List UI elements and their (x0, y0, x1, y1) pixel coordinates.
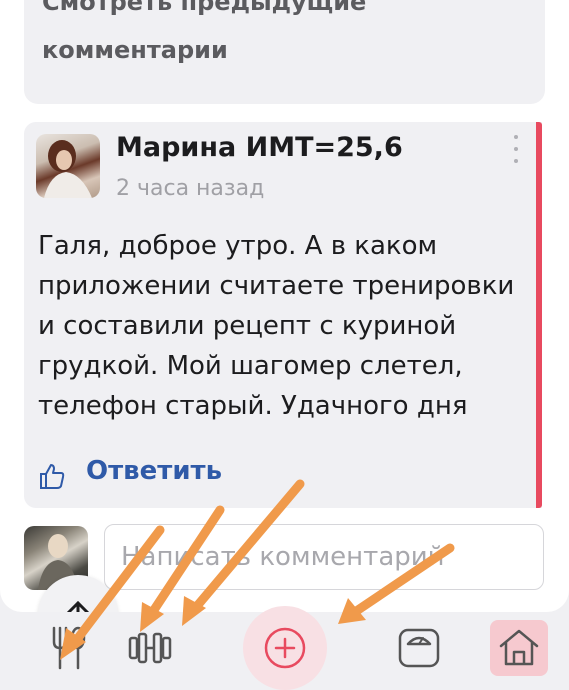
home-icon (499, 629, 539, 666)
comment-author-name[interactable]: Марина ИМТ=25,6 (116, 132, 403, 163)
avatar-photo (44, 140, 92, 198)
comment-timestamp: 2 часа назад (116, 176, 265, 201)
fork-spoon-icon (52, 626, 86, 670)
like-icon[interactable] (38, 462, 66, 490)
dumbbell-icon (128, 632, 172, 664)
nav-add-button[interactable] (261, 624, 309, 672)
previous-comments-label-line2: комментарии (42, 36, 228, 64)
more-options-icon[interactable] (506, 132, 526, 166)
comment-author-avatar[interactable] (36, 134, 100, 198)
scale-icon (398, 628, 440, 668)
comment-input[interactable] (104, 524, 544, 590)
nav-workout-button[interactable] (126, 628, 174, 668)
comment-text: Галя, доброе утро. А в каком приложении … (38, 231, 515, 421)
reply-label: Ответить (86, 456, 223, 486)
previous-comments-label-line1: Смотреть предыдущие (42, 0, 367, 16)
comment-accent-bar (536, 122, 542, 508)
add-circle-icon (264, 627, 306, 669)
nav-food-button[interactable] (44, 622, 94, 674)
nav-home-button[interactable] (496, 626, 542, 670)
nav-weight-button[interactable] (396, 626, 442, 670)
view-previous-comments-button[interactable]: Смотреть предыдущие комментарии (24, 0, 545, 104)
